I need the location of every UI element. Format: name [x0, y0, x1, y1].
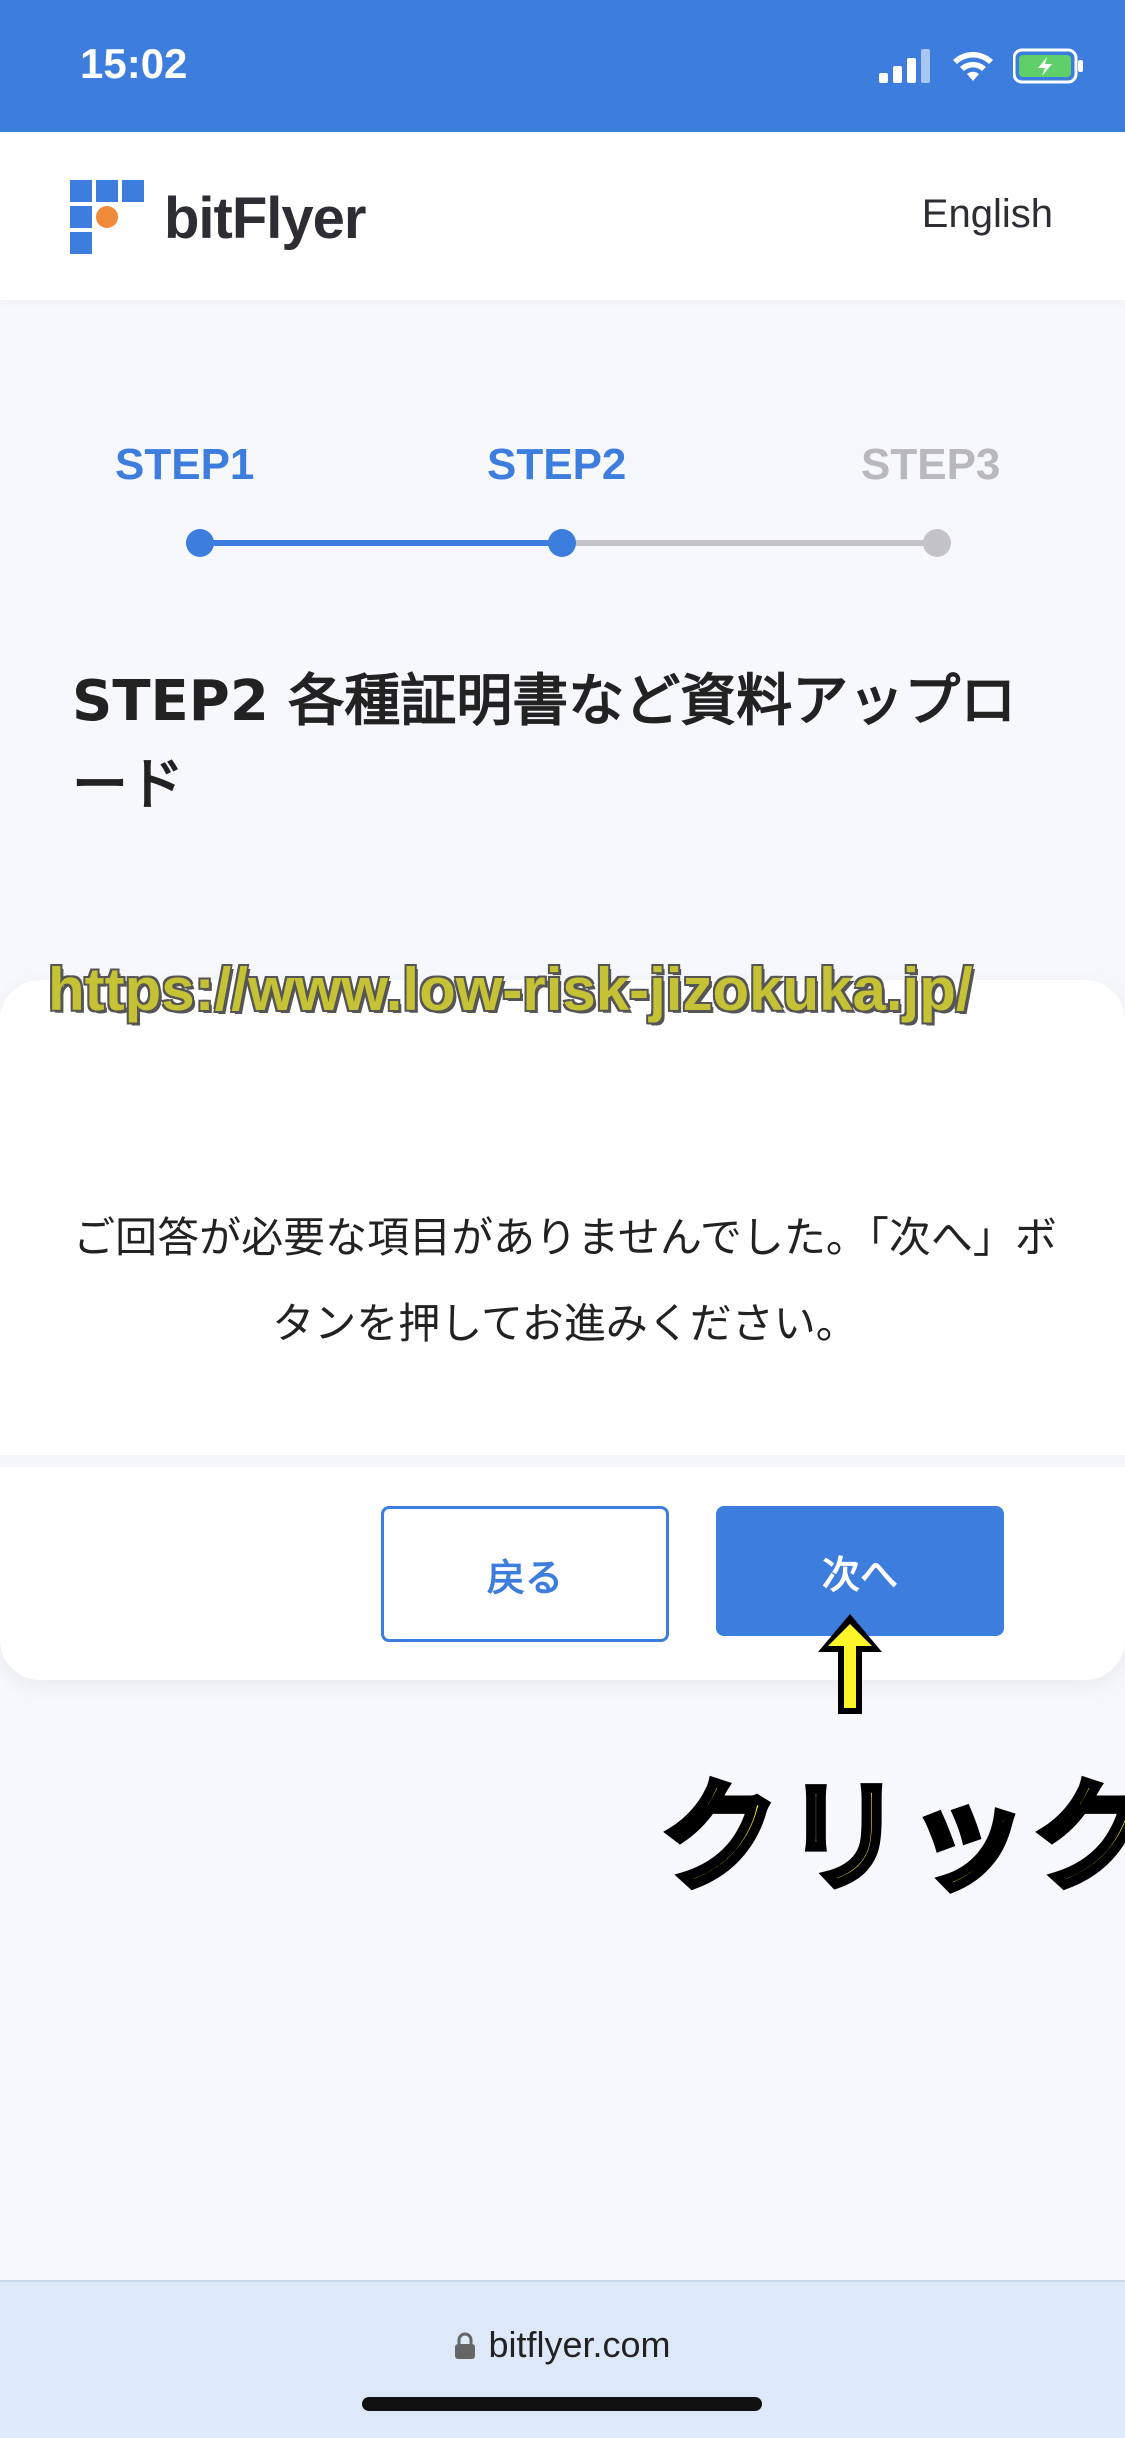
- status-time: 15:02: [80, 40, 188, 87]
- brand-name: bitFlyer: [164, 185, 366, 251]
- url-display[interactable]: bitflyer.com: [0, 2324, 1125, 2366]
- step-3-dot: [923, 529, 951, 557]
- card-divider: [0, 1455, 1125, 1467]
- brand-logo[interactable]: bitFlyer: [70, 180, 366, 256]
- browser-address-bar[interactable]: bitflyer.com: [0, 2280, 1125, 2438]
- status-bar: 15:02: [0, 0, 1125, 132]
- signal-icon: [879, 49, 930, 83]
- site-header: bitFlyer English: [0, 132, 1125, 300]
- home-indicator[interactable]: [362, 2397, 762, 2411]
- arrow-up-icon: [818, 1614, 882, 1714]
- bitflyer-logo-icon: [70, 180, 144, 254]
- watermark-url: https://www.low-risk-jizokuka.jp/: [48, 956, 973, 1023]
- info-message: ご回答が必要な項目がありませんでした。「次へ」ボタンを押してお進みください。: [73, 1213, 1057, 1348]
- status-icons: [879, 48, 1085, 84]
- step-2-label: STEP2: [487, 440, 627, 489]
- page-title: STEP2 各種証明書など資料アップロード: [72, 669, 1017, 818]
- step-2-dot: [548, 529, 576, 557]
- progress-line-complete: [200, 540, 562, 546]
- wifi-icon: [953, 52, 993, 81]
- step-3-label: STEP3: [861, 440, 1001, 489]
- url-text: bitflyer.com: [488, 2324, 671, 2365]
- click-annotation: クリック: [657, 1766, 1125, 1911]
- language-link[interactable]: English: [922, 192, 1053, 237]
- battery-icon: [1013, 48, 1083, 84]
- progress-line-pending: [562, 540, 936, 546]
- lock-icon: [455, 2332, 476, 2359]
- back-button[interactable]: 戻る: [381, 1506, 669, 1642]
- step-1-label: STEP1: [115, 440, 255, 489]
- step-1-dot: [186, 529, 214, 557]
